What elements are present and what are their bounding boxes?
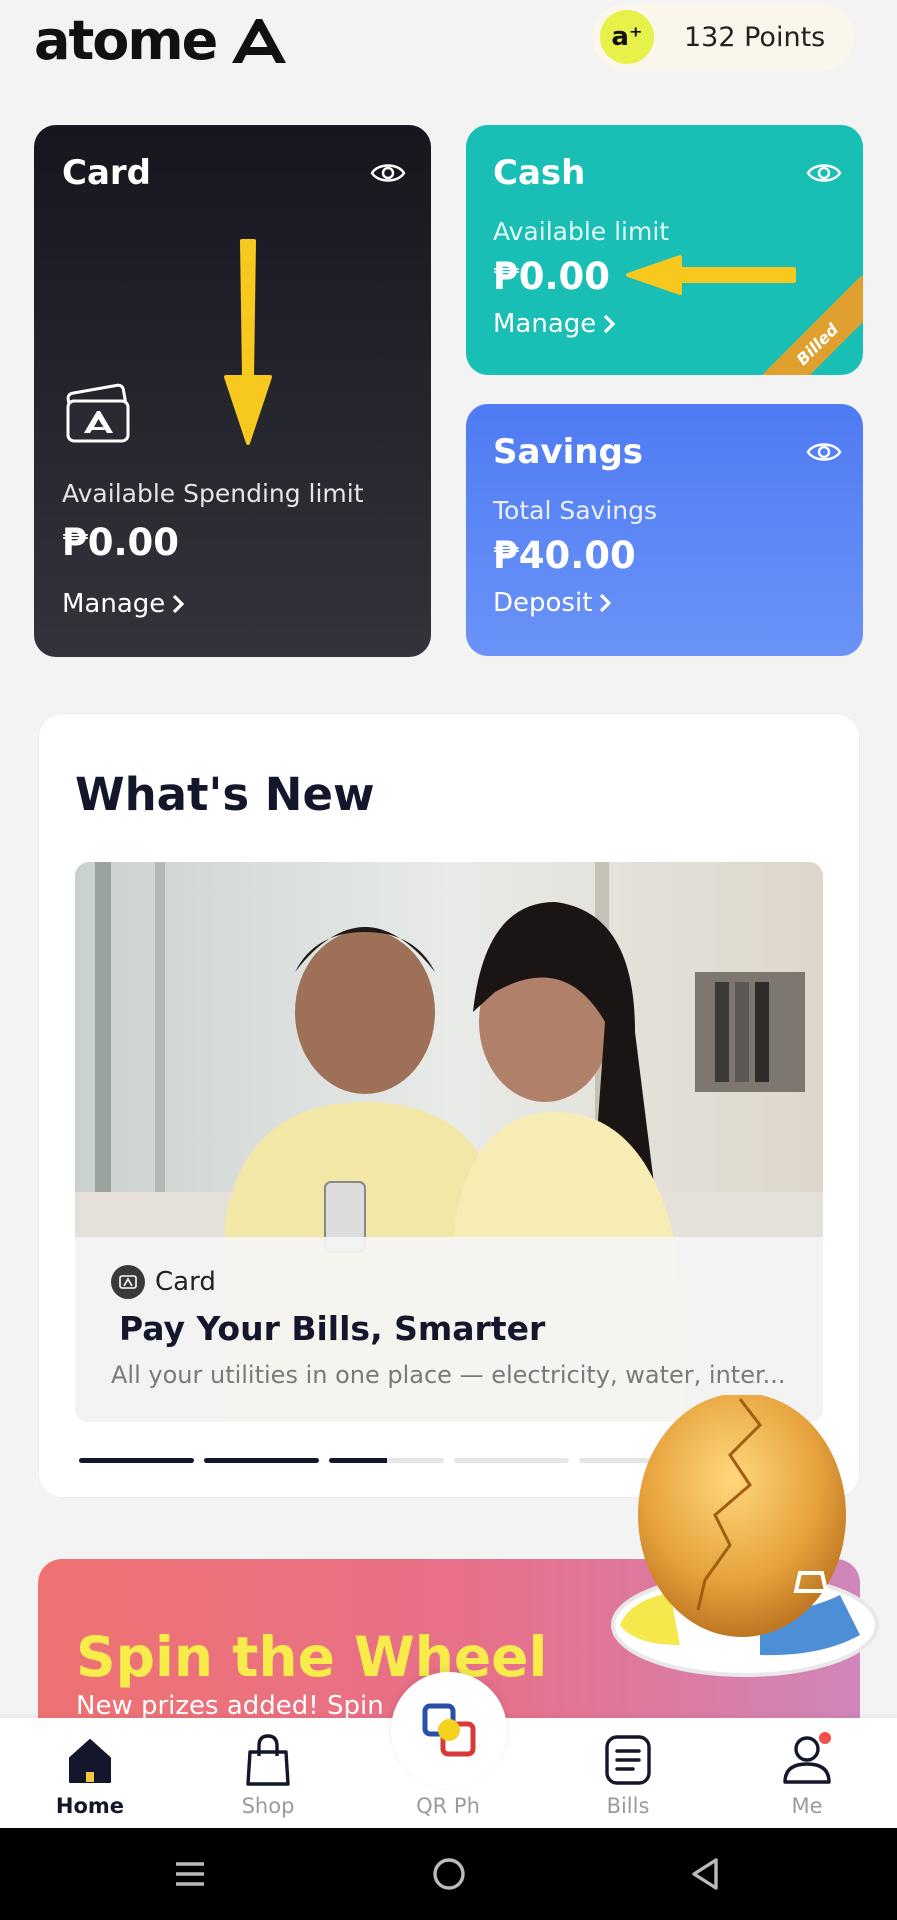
shopping-bag-icon — [246, 1734, 290, 1786]
eye-icon[interactable] — [370, 161, 406, 185]
chevron-right-icon — [173, 594, 185, 614]
carousel-segment-fill — [79, 1458, 194, 1463]
card-manage-link[interactable]: Manage — [62, 589, 185, 619]
whats-new-title: What's New — [75, 768, 375, 821]
carousel-segment-fill — [204, 1458, 319, 1463]
nav-home-label: Home — [55, 1794, 125, 1818]
atome-mark-icon — [232, 19, 287, 63]
home-circle-icon[interactable] — [429, 1854, 469, 1894]
card-manage-label: Manage — [62, 589, 166, 619]
card-category-icon — [111, 1265, 145, 1299]
card-limit-amount: ₱0.00 — [62, 521, 180, 564]
atome-logo: atome — [34, 8, 290, 72]
recent-apps-icon[interactable] — [170, 1854, 210, 1894]
android-system-bar — [0, 1828, 897, 1920]
cash-limit-amount: ₱0.00 — [493, 255, 611, 298]
carousel-segment — [79, 1458, 194, 1463]
cash-manage-label: Manage — [493, 309, 597, 339]
annotation-arrow-down — [224, 239, 272, 445]
carousel-segment — [204, 1458, 319, 1463]
savings-deposit-link[interactable]: Deposit — [493, 588, 612, 618]
points-label: 132 Points — [684, 21, 826, 53]
savings-deposit-label: Deposit — [493, 588, 593, 618]
cash-manage-link[interactable]: Manage — [493, 309, 616, 339]
back-triangle-icon[interactable] — [686, 1854, 726, 1894]
qr-scan-icon — [422, 1703, 476, 1757]
savings-account-tile[interactable]: Savings Total Savings ₱40.00 Deposit — [466, 404, 863, 656]
carousel-segment — [454, 1458, 569, 1463]
spin-subtitle: New prizes added! Spin — [76, 1691, 384, 1721]
promo-category-label: Card — [155, 1267, 216, 1297]
profile-icon — [783, 1732, 831, 1784]
nav-me[interactable]: Me — [747, 1732, 867, 1822]
cash-account-tile[interactable]: Cash Available limit ₱0.00 Manage Billed — [466, 125, 863, 375]
promo-banner[interactable]: Card Pay Your Bills, Smarter All your ut… — [75, 862, 823, 1422]
savings-title: Savings — [493, 432, 644, 472]
nav-shop-label: Shop — [241, 1794, 295, 1818]
savings-total-amount: ₱40.00 — [493, 534, 636, 577]
whats-new-section: What's New Card Pay Your Bills, Smarter … — [38, 713, 860, 1498]
promo-category: Card — [111, 1265, 216, 1299]
carousel-segment-fill — [329, 1458, 387, 1463]
eye-icon[interactable] — [806, 161, 842, 185]
eye-icon[interactable] — [806, 440, 842, 464]
points-button[interactable]: a⁺ 132 Points — [592, 4, 854, 70]
card-account-tile[interactable]: Card Available Spending limit ₱0.00 Mana… — [34, 125, 431, 657]
carousel-segment — [329, 1458, 444, 1463]
cash-limit-label: Available limit — [493, 217, 670, 246]
promo-description: All your utilities in one place — electr… — [111, 1361, 786, 1389]
atome-plus-icon: a⁺ — [600, 10, 654, 64]
cash-title: Cash — [493, 153, 586, 193]
annotation-arrow-left — [626, 255, 796, 295]
card-title: Card — [62, 153, 152, 193]
notification-dot — [819, 1732, 831, 1744]
card-limit-label: Available Spending limit — [62, 479, 364, 508]
nav-qr-label: QR Ph — [416, 1794, 480, 1818]
golden-egg-floating-button[interactable] — [610, 1395, 884, 1685]
nav-bills[interactable]: Bills — [568, 1732, 688, 1822]
home-icon — [69, 1739, 111, 1783]
chevron-right-icon — [604, 314, 616, 334]
savings-total-label: Total Savings — [493, 496, 658, 525]
card-wallet-icon — [66, 383, 130, 443]
carousel-indicator — [79, 1458, 694, 1463]
qr-ph-button[interactable] — [391, 1672, 507, 1788]
chevron-right-icon — [600, 593, 612, 613]
logo-text: atome — [34, 8, 218, 72]
nav-shop[interactable]: Shop — [208, 1732, 328, 1822]
promo-title: Pay Your Bills, Smarter — [119, 1309, 546, 1348]
nav-bills-label: Bills — [606, 1794, 650, 1818]
app-screen: atome a⁺ 132 Points Card Available Spend… — [0, 0, 897, 1828]
header: atome a⁺ 132 Points — [0, 0, 897, 90]
nav-me-label: Me — [791, 1794, 823, 1818]
bills-icon — [605, 1735, 651, 1785]
nav-home[interactable]: Home — [30, 1732, 150, 1822]
